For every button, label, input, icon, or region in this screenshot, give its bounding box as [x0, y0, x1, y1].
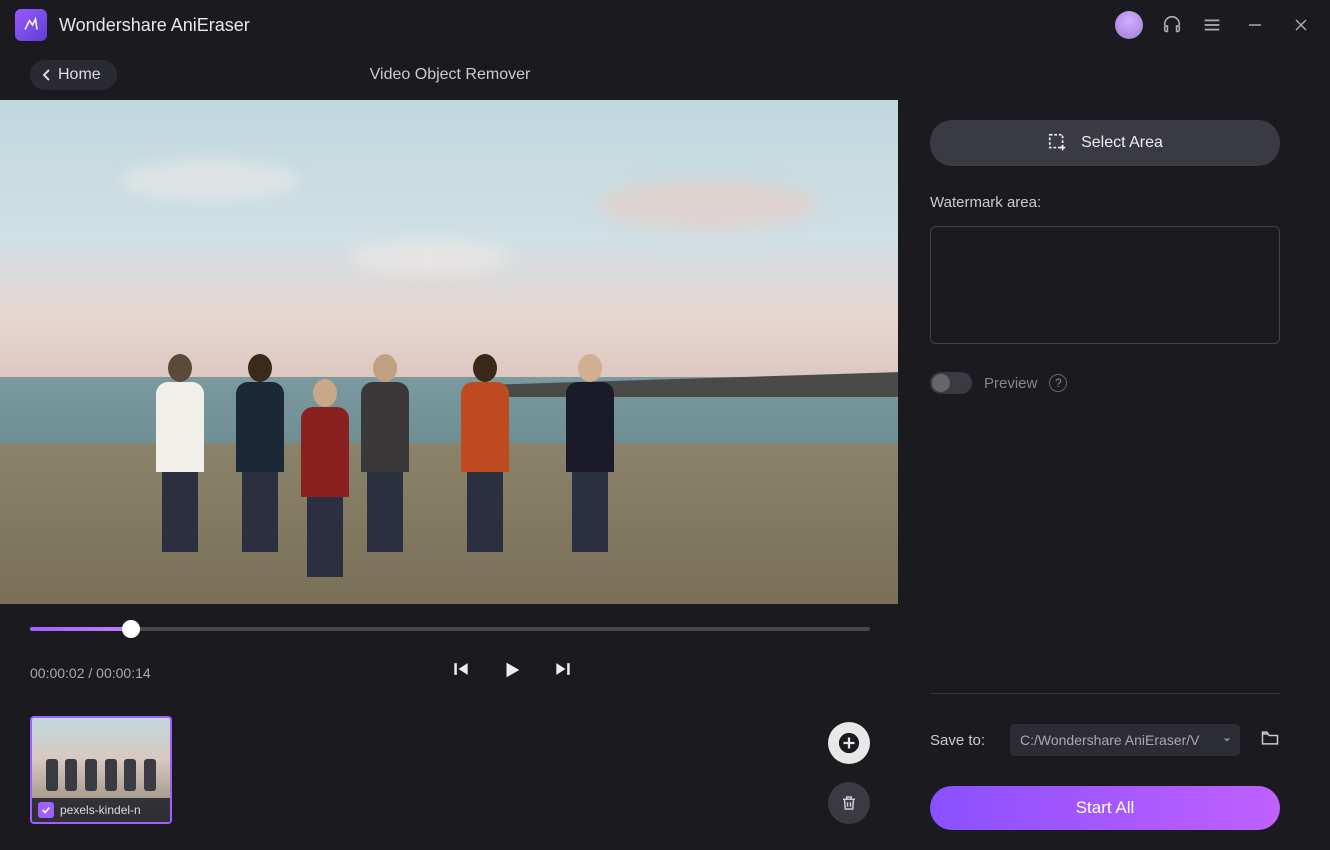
thumbnail-filename: pexels-kindel-n — [60, 803, 141, 817]
home-label: Home — [58, 66, 101, 84]
add-video-button[interactable] — [828, 722, 870, 764]
select-area-button[interactable]: Select Area — [930, 120, 1280, 166]
minimize-button[interactable] — [1241, 14, 1269, 36]
close-button[interactable] — [1287, 14, 1315, 36]
thumbnail-checkbox[interactable] — [38, 802, 54, 818]
video-thumbnail[interactable]: pexels-kindel-n — [30, 716, 172, 824]
sub-header: Home Video Object Remover — [0, 50, 1330, 100]
video-preview[interactable] — [0, 100, 898, 604]
watermark-area-label: Watermark area: — [930, 194, 1280, 211]
select-area-icon — [1047, 132, 1069, 154]
delete-video-button[interactable] — [828, 782, 870, 824]
preview-label: Preview — [984, 375, 1037, 392]
chevron-left-icon — [40, 68, 52, 82]
save-to-label: Save to: — [930, 732, 990, 749]
menu-icon[interactable] — [1201, 14, 1223, 36]
next-frame-button[interactable] — [553, 659, 573, 686]
watermark-area-box — [930, 226, 1280, 344]
preview-toggle[interactable] — [930, 372, 972, 394]
save-path-dropdown[interactable]: C:/Wondershare AniEraser/V — [1010, 724, 1240, 756]
app-logo — [15, 9, 47, 41]
open-folder-button[interactable] — [1260, 728, 1280, 753]
support-icon[interactable] — [1161, 14, 1183, 36]
app-title: Wondershare AniEraser — [59, 15, 250, 36]
page-title: Video Object Remover — [370, 66, 531, 84]
time-display: 00:00:02 / 00:00:14 — [30, 665, 151, 681]
start-all-button[interactable]: Start All — [930, 786, 1280, 830]
title-bar: Wondershare AniEraser — [0, 0, 1330, 50]
play-button[interactable] — [501, 659, 523, 686]
help-icon[interactable]: ? — [1049, 374, 1067, 392]
seek-bar[interactable] — [30, 624, 870, 634]
prev-frame-button[interactable] — [451, 659, 471, 686]
user-avatar[interactable] — [1115, 11, 1143, 39]
home-button[interactable]: Home — [30, 60, 117, 90]
